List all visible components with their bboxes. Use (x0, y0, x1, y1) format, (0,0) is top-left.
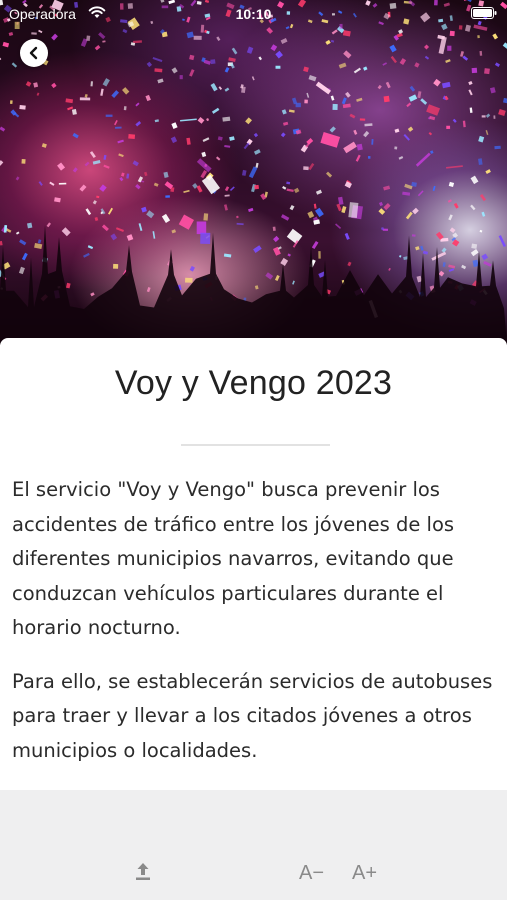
share-upload-icon (136, 863, 150, 880)
article-card: Voy y Vengo 2023 El servicio "Voy y Veng… (0, 338, 507, 790)
confetti-graphic (0, 0, 507, 345)
share-button[interactable] (131, 860, 155, 884)
font-decrease-button[interactable]: A− (299, 862, 324, 885)
article-paragraph: El servicio "Voy y Vengo" busca prevenir… (12, 478, 455, 639)
bottom-toolbar: A− A+ (0, 790, 507, 900)
article-body: El servicio "Voy y Vengo" busca prevenir… (12, 473, 498, 787)
chevron-left-icon (29, 46, 38, 60)
back-button[interactable] (20, 39, 48, 67)
article-paragraph: Para ello, se establecerán servicios de … (12, 669, 493, 762)
battery-icon (471, 7, 497, 19)
status-bar: Operadora 10:10 (0, 0, 507, 28)
status-time: 10:10 (235, 6, 272, 22)
page-title: Voy y Vengo 2023 (114, 364, 393, 402)
title-divider (181, 444, 330, 446)
font-increase-button[interactable]: A+ (352, 862, 377, 885)
hero-image (0, 0, 507, 345)
screen: Operadora 10:10 Voy y Vengo 2023 El serv… (0, 0, 507, 900)
